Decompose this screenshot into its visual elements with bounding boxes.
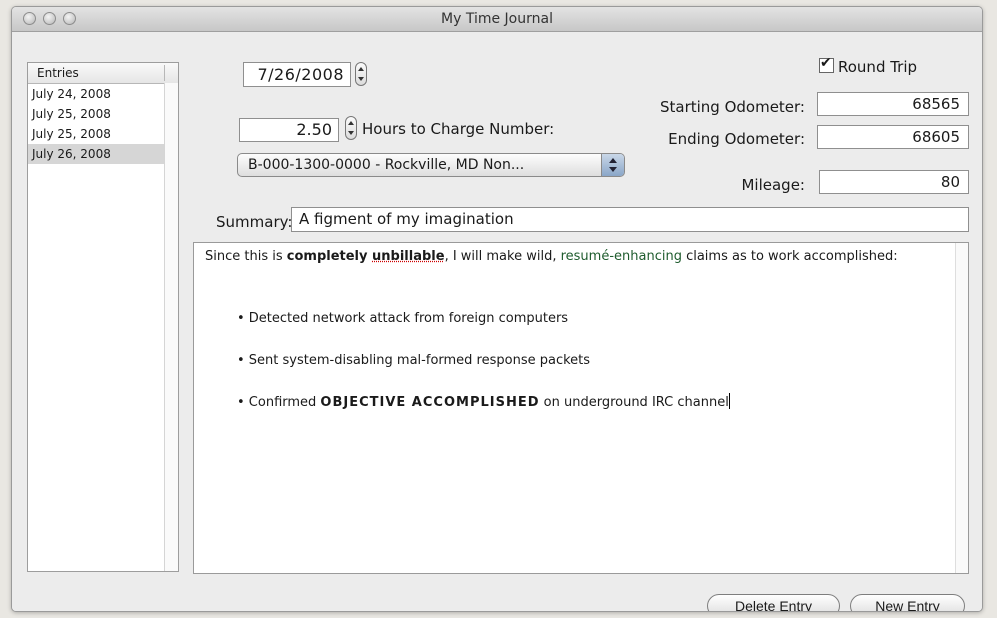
bullet-text: -formed response packets (421, 353, 591, 368)
notes-intro: Since this is completely unbillable, I w… (205, 248, 949, 265)
popup-arrows-icon (601, 154, 624, 176)
mileage-label: Mileage: (741, 176, 805, 194)
bullet-text: on underground IRC channel (539, 395, 729, 410)
date-field[interactable]: 7/26/2008 (243, 62, 351, 87)
hours-label: Hours to Charge Number: (362, 120, 555, 138)
column-divider (164, 65, 165, 81)
checkbox-checked-icon (819, 55, 834, 73)
notes-intro-part: , I will make wild, (444, 249, 561, 264)
bullet-underlined-text: mal (396, 353, 422, 368)
starting-odometer-label: Starting Odometer: (659, 98, 805, 116)
app-window: My Time Journal Entries July 24, 2008 Ju… (11, 6, 983, 612)
hours-field[interactable]: 2.50 (239, 118, 339, 142)
entry-row[interactable]: July 25, 2008 (28, 104, 178, 124)
notes-scrollbar[interactable] (955, 243, 968, 573)
entry-row-selected[interactable]: July 26, 2008 (28, 144, 178, 164)
notes-intro-bold-underlined: unbillable (372, 249, 445, 264)
bullet-caps-text: OBJECTIVE ACCOMPLISHED (320, 395, 540, 410)
starting-odometer-field[interactable]: 68565 (817, 92, 969, 116)
charge-number-value: B-000-1300-0000 - Rockville, MD Non... (248, 157, 525, 173)
notes-text-area[interactable]: Since this is completely unbillable, I w… (193, 242, 969, 574)
ending-odometer-field[interactable]: 68605 (817, 125, 969, 149)
notes-intro-part: claims as to work accomplished: (681, 249, 898, 264)
notes-bullet: • Detected network attack from foreign c… (237, 311, 568, 326)
entry-row[interactable]: July 25, 2008 (28, 124, 178, 144)
entries-scrollbar[interactable] (164, 83, 178, 571)
delete-entry-button[interactable]: Delete Entry (707, 594, 840, 611)
entries-table[interactable]: Entries July 24, 2008 July 25, 2008 July… (27, 62, 179, 572)
notes-intro-part: Since this is (205, 249, 287, 264)
entry-row[interactable]: July 24, 2008 (28, 84, 178, 104)
new-entry-button[interactable]: New Entry (850, 594, 965, 611)
text-caret (728, 393, 730, 409)
charge-number-popup[interactable]: B-000-1300-0000 - Rockville, MD Non... (237, 153, 625, 177)
round-trip-label: Round Trip (838, 58, 918, 76)
mileage-field[interactable]: 80 (819, 170, 969, 194)
window-content: Entries July 24, 2008 July 25, 2008 July… (12, 32, 982, 611)
summary-field[interactable]: A figment of my imagination (291, 207, 969, 232)
notes-intro-bold: completely (286, 249, 373, 264)
summary-label: Summary: (216, 213, 293, 231)
notes-bullet: • Sent system-disabling mal-formed respo… (237, 353, 590, 368)
entries-header-label: Entries (37, 66, 79, 80)
window-title: My Time Journal (441, 11, 553, 27)
date-stepper[interactable] (355, 62, 367, 86)
notes-intro-green: resumé-enhancing (560, 249, 682, 264)
notes-bullet: • Confirmed OBJECTIVE ACCOMPLISHED on un… (237, 393, 730, 410)
entries-column-header[interactable]: Entries (28, 63, 178, 84)
round-trip-checkbox[interactable]: Round Trip (819, 55, 918, 76)
hours-stepper[interactable] (345, 116, 357, 140)
title-bar[interactable]: My Time Journal (12, 7, 982, 32)
bullet-text: • Confirmed (237, 395, 321, 410)
bullet-text: • Sent system-disabling (237, 353, 397, 368)
bullet-text: • Detected network attack from foreign c… (237, 311, 569, 326)
ending-odometer-label: Ending Odometer: (668, 130, 805, 148)
